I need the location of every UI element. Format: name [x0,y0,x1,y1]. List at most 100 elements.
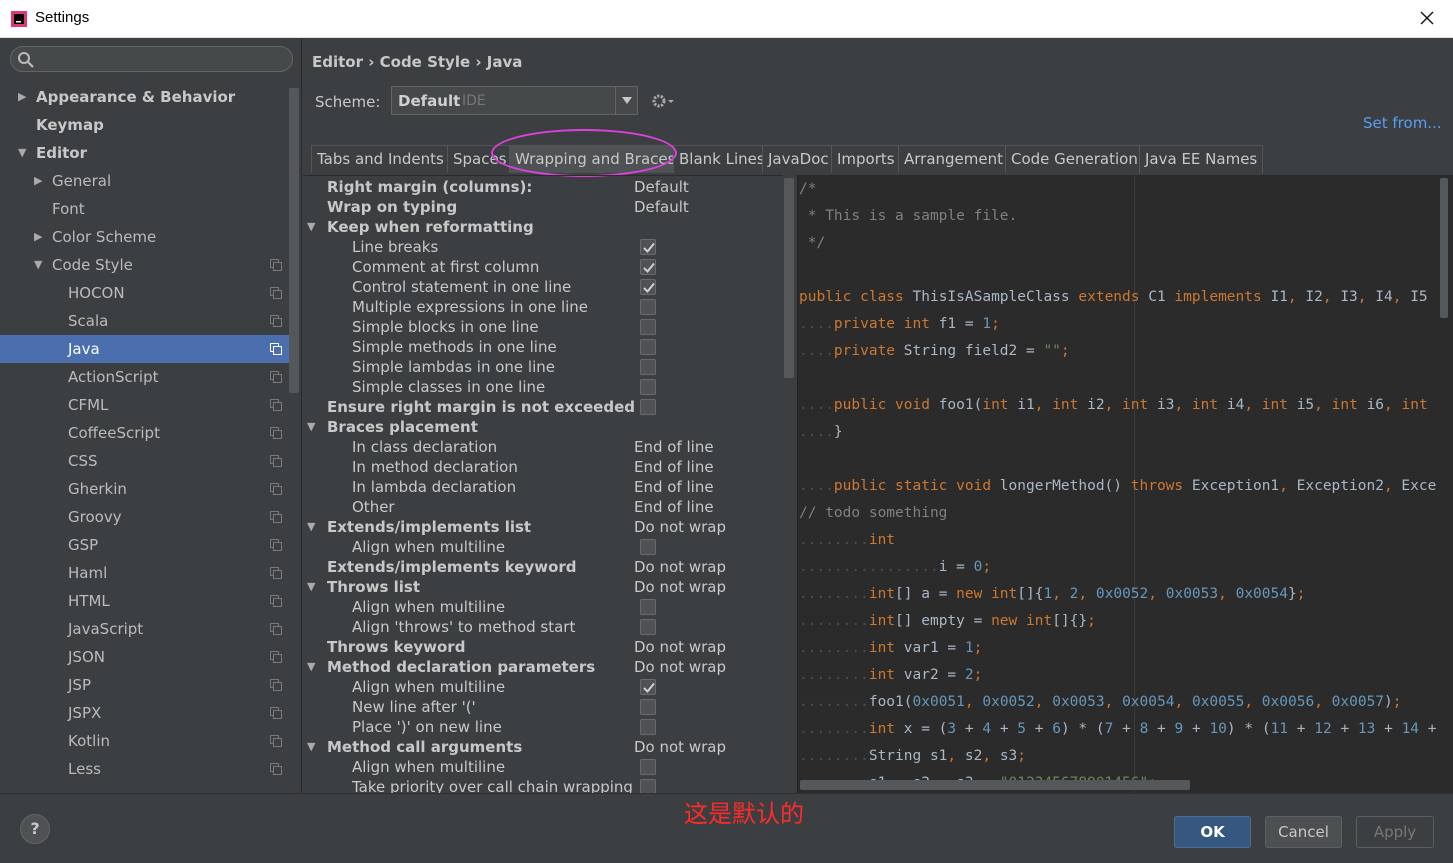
sidebar-item[interactable]: ▼ Code Style [0,251,290,279]
option-row[interactable]: Comment at first column [303,257,783,277]
sidebar-item[interactable]: JavaScript [0,615,290,643]
option-row[interactable]: ▼ Method call arguments Do not wrap [303,737,783,757]
tab-tabs-and-indents[interactable]: Tabs and Indents [311,145,450,173]
option-row[interactable]: Control statement in one line [303,277,783,297]
option-checkbox[interactable] [640,339,656,355]
option-row[interactable]: New line after '(' [303,697,783,717]
ok-button[interactable]: OK [1174,816,1251,848]
option-value[interactable]: Do not wrap [634,517,726,537]
option-row[interactable]: Simple classes in one line [303,377,783,397]
tab-javadoc[interactable]: JavaDoc [762,145,835,173]
option-value[interactable]: Do not wrap [634,557,726,577]
option-row[interactable]: Align when multiline [303,677,783,697]
option-value[interactable]: Default [634,197,689,217]
options-scrollbar[interactable] [784,178,794,378]
search-input[interactable] [10,46,293,72]
sidebar-item[interactable]: Font [0,195,290,223]
option-row[interactable]: Take priority over call chain wrapping [303,777,783,793]
option-checkbox[interactable] [640,599,656,615]
sidebar-item[interactable]: Scala [0,307,290,335]
option-checkbox[interactable] [640,779,656,793]
option-checkbox[interactable] [640,279,656,295]
group-collapse-arrow-icon[interactable]: ▼ [307,517,315,537]
option-row[interactable]: ▼ Throws list Do not wrap [303,577,783,597]
sidebar-item[interactable]: GSP [0,531,290,559]
collapsed-arrow-icon[interactable]: ▶ [18,83,30,111]
gear-icon[interactable] [649,91,675,111]
option-row[interactable]: Align when multiline [303,597,783,617]
help-button[interactable]: ? [20,814,50,844]
option-row[interactable]: Line breaks [303,237,783,257]
option-checkbox[interactable] [640,299,656,315]
option-value[interactable]: End of line [634,437,714,457]
option-value[interactable]: Default [634,177,689,197]
collapsed-arrow-icon[interactable]: ▶ [34,167,46,195]
close-icon[interactable] [1415,6,1439,30]
cancel-button[interactable]: Cancel [1265,816,1342,848]
sidebar-item[interactable]: Gherkin [0,475,290,503]
option-row[interactable]: ▼ Extends/implements list Do not wrap [303,517,783,537]
option-row[interactable]: In method declaration End of line [303,457,783,477]
tab-arrangement[interactable]: Arrangement [898,145,1010,173]
option-value[interactable]: Do not wrap [634,577,726,597]
option-checkbox[interactable] [640,759,656,775]
sidebar-item[interactable]: Keymap [0,111,290,139]
option-row[interactable]: Right margin (columns): Default [303,177,783,197]
sidebar-item[interactable]: Java [0,335,290,363]
sidebar-item[interactable]: CSS [0,447,290,475]
sidebar-item[interactable]: Groovy [0,503,290,531]
apply-button[interactable]: Apply [1356,816,1434,848]
option-row[interactable]: Align when multiline [303,537,783,557]
sidebar-item[interactable]: ▶ Color Scheme [0,223,290,251]
sidebar-item[interactable]: HTML [0,587,290,615]
option-checkbox[interactable] [640,699,656,715]
preview-horizontal-scrollbar[interactable] [800,780,1190,790]
sidebar-scrollbar[interactable] [289,88,299,393]
tab-java-ee-names[interactable]: Java EE Names [1139,145,1264,173]
option-row[interactable]: ▼ Keep when reformatting [303,217,783,237]
option-checkbox[interactable] [640,539,656,555]
sidebar-item[interactable]: CFML [0,391,290,419]
expanded-arrow-icon[interactable]: ▼ [18,139,30,167]
option-row[interactable]: Simple lambdas in one line [303,357,783,377]
group-collapse-arrow-icon[interactable]: ▼ [307,217,315,237]
option-row[interactable]: Simple methods in one line [303,337,783,357]
option-row[interactable]: Other End of line [303,497,783,517]
option-row[interactable]: Ensure right margin is not exceeded [303,397,783,417]
group-collapse-arrow-icon[interactable]: ▼ [307,737,315,757]
sidebar-item[interactable]: ▶ General [0,167,290,195]
option-value[interactable]: End of line [634,477,714,497]
sidebar-item[interactable]: HOCON [0,279,290,307]
sidebar-item[interactable]: Kotlin [0,727,290,755]
option-row[interactable]: ▼ Method declaration parameters Do not wra… [303,657,783,677]
set-from-link[interactable]: Set from... [1363,114,1442,132]
sidebar-item[interactable]: Haml [0,559,290,587]
tab-blank-lines[interactable]: Blank Lines [673,145,771,173]
option-row[interactable]: Align 'throws' to method start [303,617,783,637]
tab-spaces[interactable]: Spaces [447,145,513,173]
sidebar-item[interactable]: CoffeeScript [0,419,290,447]
option-checkbox[interactable] [640,319,656,335]
sidebar-item[interactable]: Less [0,755,290,783]
option-value[interactable]: End of line [634,497,714,517]
scheme-dropdown-button[interactable] [615,87,637,114]
sidebar-item[interactable]: JSP [0,671,290,699]
group-collapse-arrow-icon[interactable]: ▼ [307,417,315,437]
sidebar-item[interactable]: ActionScript [0,363,290,391]
option-value[interactable]: Do not wrap [634,737,726,757]
scheme-select[interactable]: Default IDE [391,86,638,115]
option-row[interactable]: Place ')' on new line [303,717,783,737]
sidebar-item[interactable]: ▶ Appearance & Behavior [0,83,290,111]
option-checkbox[interactable] [640,379,656,395]
option-value[interactable]: Do not wrap [634,637,726,657]
option-checkbox[interactable] [640,359,656,375]
option-row[interactable]: In class declaration End of line [303,437,783,457]
option-row[interactable]: Extends/implements keyword Do not wrap [303,557,783,577]
option-row[interactable]: In lambda declaration End of line [303,477,783,497]
option-checkbox[interactable] [640,239,656,255]
option-checkbox[interactable] [640,719,656,735]
tab-wrapping-and-braces[interactable]: Wrapping and Braces [509,145,682,173]
collapsed-arrow-icon[interactable]: ▶ [34,223,46,251]
group-collapse-arrow-icon[interactable]: ▼ [307,657,315,677]
option-checkbox[interactable] [640,259,656,275]
